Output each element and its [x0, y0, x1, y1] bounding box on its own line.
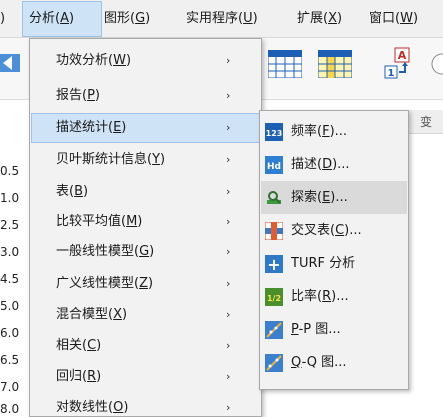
qq-plot-icon: [265, 354, 283, 372]
menu-item-loglinear[interactable]: 对数线性(O) ›: [31, 393, 260, 417]
toolbar-back-icon[interactable]: [0, 50, 22, 76]
row-number: 0.5: [0, 164, 20, 178]
turf-icon: +: [265, 255, 283, 273]
chevron-right-icon: ›: [226, 89, 231, 102]
menu-extensions[interactable]: 扩展(X): [297, 0, 342, 38]
chevron-right-icon: ›: [226, 185, 231, 198]
submenu-item-qq-plots[interactable]: Q-Q 图...: [261, 346, 407, 379]
svg-text:123: 123: [266, 129, 283, 138]
chevron-right-icon: ›: [226, 245, 231, 258]
value-labels-icon[interactable]: A 1: [383, 46, 417, 82]
menubar-edge-paren: ): [0, 11, 6, 26]
row-number: 8.0: [0, 402, 20, 416]
menu-window[interactable]: 窗口(W): [369, 0, 418, 38]
menu-item-bayesian-statistics[interactable]: 贝叶斯统计信息(Y) ›: [31, 145, 260, 175]
submenu-item-ratio[interactable]: 1/2 比率(R)...: [261, 280, 407, 313]
chevron-right-icon: ›: [226, 308, 231, 321]
menu-item-general-linear-model[interactable]: 一般线性模型(G) ›: [31, 237, 260, 267]
menu-item-correlate[interactable]: 相关(C) ›: [31, 331, 260, 361]
svg-text:+: +: [267, 255, 280, 273]
submenu-item-descriptives[interactable]: Hd 描述(D)...: [261, 148, 407, 181]
grid-table-icon[interactable]: [268, 50, 302, 78]
submenu-item-turf-analysis[interactable]: + TURF 分析: [261, 247, 407, 280]
submenu-item-crosstabs[interactable]: 交叉表(C)...: [261, 214, 407, 247]
submenu-item-frequencies[interactable]: 123 频率(F)...: [261, 115, 407, 148]
row-number: 7.0: [0, 380, 20, 394]
menu-item-descriptive-statistics[interactable]: 描述统计(E) ›: [31, 113, 260, 143]
menu-item-mixed-models[interactable]: 混合模型(X) ›: [31, 300, 260, 330]
row-number: 5.0: [0, 299, 20, 313]
analyze-menu: 功效分析(W) › 报告(P) › 描述统计(E) › 贝叶斯统计信息(Y) ›…: [29, 38, 262, 417]
menu-item-power-analysis[interactable]: 功效分析(W) ›: [31, 46, 260, 76]
menu-item-tables[interactable]: 表(B) ›: [31, 177, 260, 207]
svg-text:1: 1: [388, 68, 395, 79]
chevron-right-icon: ›: [226, 215, 231, 228]
row-number: 1.0: [0, 191, 20, 205]
table-highlight-icon[interactable]: [318, 50, 352, 78]
row-number: 6.0: [0, 326, 20, 340]
crosstabs-icon: [265, 222, 283, 240]
menu-analyze[interactable]: 分析(A): [22, 1, 102, 37]
chevron-right-icon: ›: [226, 54, 231, 67]
svg-text:1/2: 1/2: [267, 294, 281, 303]
ratio-icon: 1/2: [265, 288, 283, 306]
row-number: 3.0: [0, 245, 20, 259]
chevron-right-icon: ›: [226, 339, 231, 352]
row-number: 4.5: [0, 272, 20, 286]
menu-item-compare-means[interactable]: 比较平均值(M) ›: [31, 207, 260, 237]
menu-item-reports[interactable]: 报告(P) ›: [31, 81, 260, 111]
descriptives-icon: Hd: [265, 156, 283, 174]
pp-plot-icon: [265, 321, 283, 339]
row-number: 2.5: [0, 218, 20, 232]
chevron-right-icon: ›: [226, 153, 231, 166]
menu-bar: ) 分析(A) 图形(G) 实用程序(U) 扩展(X) 窗口(W): [0, 0, 443, 38]
chevron-right-icon: ›: [226, 121, 231, 134]
chevron-right-icon: ›: [226, 401, 231, 414]
column-header[interactable]: 变: [408, 110, 443, 134]
svg-text:A: A: [398, 49, 407, 62]
explore-icon: [267, 191, 281, 204]
svg-text:Hd: Hd: [267, 162, 281, 172]
menu-item-generalized-linear-models[interactable]: 广义线性模型(Z) ›: [31, 269, 260, 299]
descriptives-submenu: 123 频率(F)... Hd 描述(D)... 探索(E)... 交叉表(C)…: [259, 110, 409, 390]
chevron-right-icon: ›: [226, 370, 231, 383]
menu-item-regression[interactable]: 回归(R) ›: [31, 362, 260, 392]
menu-utilities[interactable]: 实用程序(U): [186, 0, 258, 38]
toggle-circle-icon[interactable]: [430, 52, 443, 76]
submenu-item-explore[interactable]: 探索(E)...: [261, 181, 407, 214]
row-number: 6.5: [0, 353, 20, 367]
chevron-right-icon: ›: [226, 277, 231, 290]
submenu-item-pp-plots[interactable]: P-P 图...: [261, 313, 407, 346]
menu-graphs[interactable]: 图形(G): [104, 0, 150, 38]
frequencies-icon: 123: [265, 123, 283, 141]
